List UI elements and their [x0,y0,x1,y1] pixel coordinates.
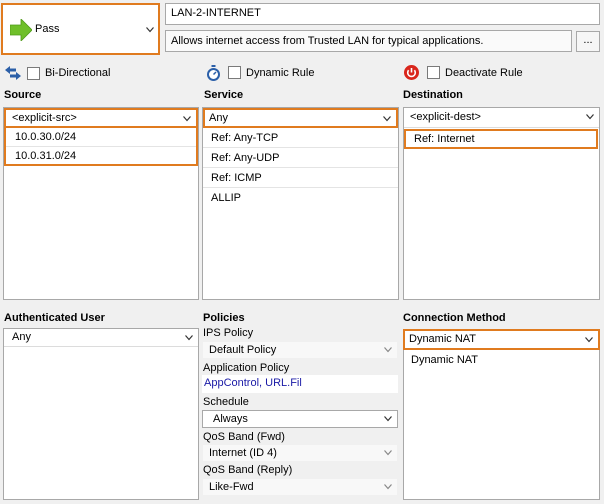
description-more-button[interactable]: ... [576,31,600,52]
auth-user-title: Authenticated User [4,312,105,324]
connection-method-title: Connection Method [403,312,506,324]
bidirectional-arrows-icon [5,66,21,80]
schedule-label: Schedule [203,396,249,408]
chevron-down-icon [384,347,392,353]
action-label: Pass [35,23,60,35]
source-item[interactable]: 10.0.31.0/24 [6,147,196,165]
bidirectional-option[interactable]: Bi-Directional [5,65,110,81]
action-selector[interactable]: Pass [1,3,160,55]
rule-description-value: Allows internet access from Trusted LAN … [171,35,484,47]
qos-fwd-label: QoS Band (Fwd) [203,431,285,443]
connection-method-panel: Dynamic NAT Dynamic NAT [403,329,600,500]
destination-title: Destination [403,89,463,101]
pass-arrow-icon [10,19,32,41]
policies-title: Policies [203,312,245,324]
auth-user-panel: Any [3,328,199,500]
dynamic-rule-label: Dynamic Rule [246,66,315,79]
destination-dropdown[interactable]: <explicit-dest> [404,108,599,128]
connection-method-dropdown[interactable]: Dynamic NAT [403,329,600,350]
source-title: Source [4,89,42,101]
service-item[interactable]: Ref: Any-TCP [203,128,398,148]
stopwatch-icon [207,64,220,81]
auth-user-dropdown[interactable]: Any [4,329,198,347]
destination-dropdown-value: <explicit-dest> [410,111,481,123]
service-item[interactable]: Ref: ICMP [203,168,398,188]
chevron-down-icon [384,450,392,456]
dynamic-rule-checkbox[interactable] [228,66,241,79]
deactivate-rule-checkbox[interactable] [427,66,440,79]
service-dropdown-value: Any [209,112,228,124]
deactivate-rule-option[interactable]: Deactivate Rule [404,64,523,81]
schedule-value: Always [213,413,248,425]
power-icon [404,65,419,80]
qos-fwd-dropdown[interactable]: Internet (ID 4) [202,444,398,462]
ips-policy-dropdown[interactable]: Default Policy [202,341,398,359]
chevron-down-icon [384,416,392,422]
source-dropdown-value: <explicit-src> [12,112,77,124]
source-list: 10.0.30.0/24 10.0.31.0/24 [4,128,198,166]
schedule-dropdown[interactable]: Always [202,410,398,428]
destination-panel: <explicit-dest> Ref: Internet [403,107,600,300]
chevron-down-icon [185,335,193,341]
application-policy-value[interactable]: AppControl, URL.Fil [204,377,302,389]
source-dropdown[interactable]: <explicit-src> [4,108,198,128]
destination-item[interactable]: Ref: Internet [404,129,598,149]
connection-method-value: Dynamic NAT [409,333,477,345]
rule-name-value: LAN-2-INTERNET [171,7,261,19]
chevron-down-icon [146,27,154,33]
chevron-down-icon [586,114,594,120]
service-item[interactable]: ALLIP [203,188,398,207]
service-panel: Any Ref: Any-TCP Ref: Any-UDP Ref: ICMP … [202,107,399,300]
chevron-down-icon [183,116,191,122]
source-item[interactable]: 10.0.30.0/24 [6,128,196,147]
service-dropdown[interactable]: Any [203,108,398,128]
qos-reply-label: QoS Band (Reply) [203,464,293,476]
service-list: Ref: Any-TCP Ref: Any-UDP Ref: ICMP ALLI… [203,128,398,207]
qos-fwd-value: Internet (ID 4) [209,447,277,459]
chevron-down-icon [384,484,392,490]
deactivate-rule-label: Deactivate Rule [445,66,523,79]
qos-reply-value: Like-Fwd [209,481,254,493]
ips-policy-label: IPS Policy [203,327,254,339]
application-policy-field[interactable]: AppControl, URL.Fil [202,375,398,393]
rule-name-field[interactable]: LAN-2-INTERNET [165,3,600,25]
bidirectional-checkbox[interactable] [27,66,40,80]
application-policy-label: Application Policy [203,362,290,374]
bidirectional-label: Bi-Directional [45,67,111,79]
more-button-label: ... [583,34,593,46]
chevron-down-icon [383,116,391,122]
qos-reply-dropdown[interactable]: Like-Fwd [202,478,398,496]
dynamic-rule-option[interactable]: Dynamic Rule [206,64,314,81]
connection-method-list: Dynamic NAT [404,350,599,369]
service-title: Service [204,89,244,101]
connection-method-item[interactable]: Dynamic NAT [404,350,599,369]
ips-policy-value: Default Policy [209,344,277,356]
source-panel: <explicit-src> 10.0.30.0/24 10.0.31.0/24 [3,107,199,300]
chevron-down-icon [585,337,593,343]
auth-user-dropdown-value: Any [12,331,31,343]
service-item[interactable]: Ref: Any-UDP [203,148,398,168]
destination-list: Ref: Internet [404,129,598,149]
rule-description-field[interactable]: Allows internet access from Trusted LAN … [165,30,572,52]
